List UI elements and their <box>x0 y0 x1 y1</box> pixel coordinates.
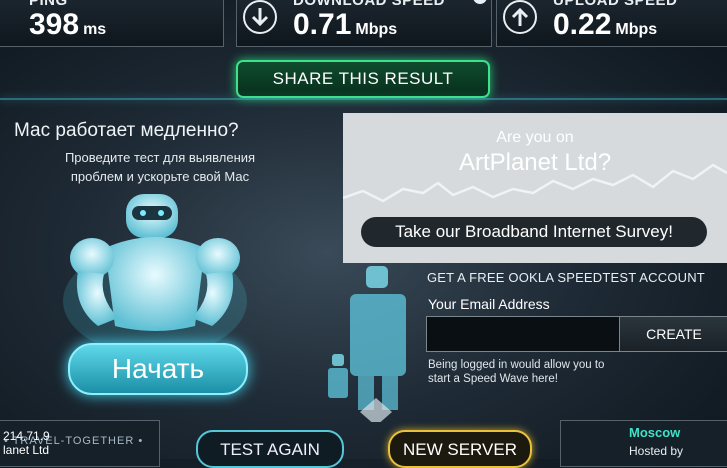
logged-in-note: Being logged in would allow you to start… <box>428 358 648 386</box>
test-again-button[interactable]: TEST AGAIN <box>196 430 344 468</box>
upload-arrow-icon <box>503 0 537 34</box>
download-number: 0.71 <box>293 8 352 41</box>
download-unit: Mbps <box>355 21 398 38</box>
watermark: • TRAVEL-TOGETHER • <box>4 435 144 447</box>
server-city: Moscow <box>629 425 681 440</box>
divider-glow <box>0 98 727 100</box>
upload-unit: Mbps <box>615 21 658 38</box>
logged-in-note-line1: Being logged in would allow you to <box>428 359 605 371</box>
upload-panel: UPLOAD SPEED 0.22 Mbps <box>496 0 727 47</box>
ping-panel: PING 398 ms <box>0 0 224 47</box>
upload-value: 0.22 Mbps <box>553 8 657 42</box>
mac-ad-title: Мас работает медленно? <box>14 120 239 141</box>
info-icon[interactable]: i <box>473 0 487 4</box>
hosted-by-label: Hosted by <box>629 444 684 458</box>
download-value: 0.71 Mbps <box>293 8 397 42</box>
logged-in-note-line2: start a Speed Wave here! <box>428 373 558 385</box>
mac-ad-subtitle-line1: Проведите тест для выявления <box>64 150 256 165</box>
start-button[interactable]: Начать <box>68 343 248 395</box>
share-result-button[interactable]: SHARE THIS RESULT <box>236 60 490 98</box>
download-arrow-icon <box>243 0 277 34</box>
survey-button[interactable]: Take our Broadband Internet Survey! <box>361 217 707 247</box>
account-title: GET A FREE OOKLA SPEEDTEST ACCOUNT <box>427 270 705 285</box>
new-server-button[interactable]: NEW SERVER <box>388 430 532 468</box>
speed-wave-figures <box>328 266 406 422</box>
create-account-button[interactable]: CREATE <box>619 316 727 352</box>
upload-number: 0.22 <box>553 8 612 41</box>
email-label: Your Email Address <box>428 296 550 312</box>
survey-question-line2: ArtPlanet Ltd? <box>458 149 612 176</box>
mac-ad-subtitle: Проведите тест для выявления проблем и у… <box>44 148 276 186</box>
survey-question-line1: Are you on <box>496 129 574 146</box>
email-field[interactable] <box>426 316 620 352</box>
mac-ad-subtitle-line2: проблем и ускорьте свой Мас <box>70 169 250 184</box>
ping-value: 398 ms <box>29 8 106 42</box>
server-info-box: Moscow Hosted by <box>560 420 727 467</box>
download-panel: DOWNLOAD SPEED i 0.71Mbps <box>236 0 492 47</box>
ping-unit: ms <box>83 21 107 38</box>
survey-panel: Are you on ArtPlanet Ltd? Take our Broad… <box>343 113 727 263</box>
robot-illustration <box>63 194 247 356</box>
ping-number: 398 <box>29 8 80 41</box>
